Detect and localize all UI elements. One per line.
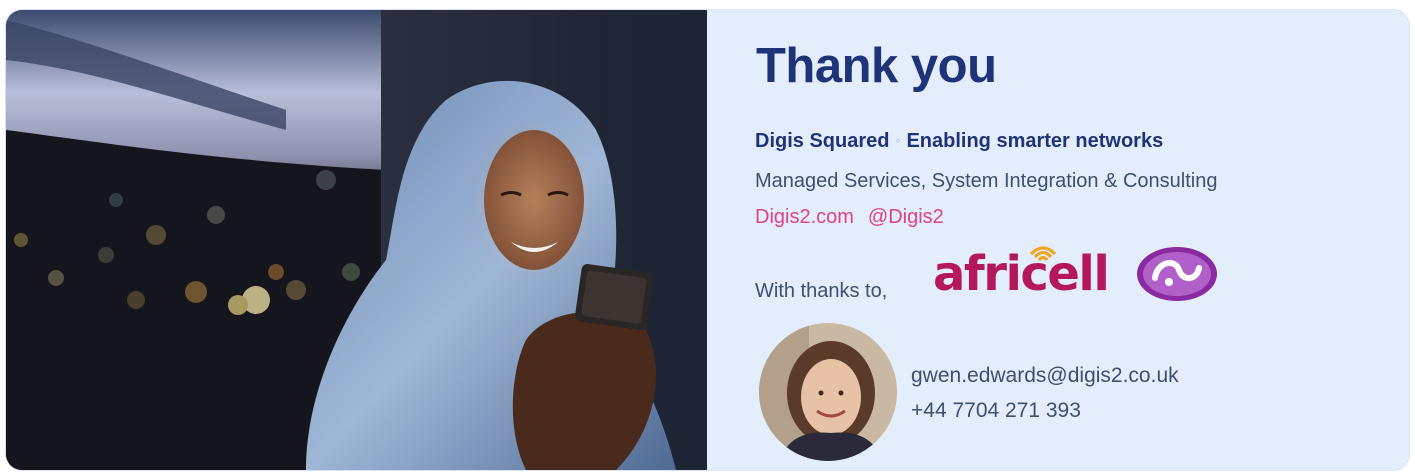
page-title: Thank you (756, 39, 997, 93)
company-slogan: Enabling smarter networks (906, 130, 1164, 152)
africell-wordmark: africell (933, 246, 1110, 302)
contact-email[interactable]: gwen.edwards@digis2.co.uk (911, 364, 1179, 388)
contact-phone[interactable]: +44 7704 271 393 (911, 399, 1081, 423)
twitter-handle-link[interactable]: @Digis2 (868, 206, 944, 228)
company-tagline: Digis Squared ◦ Enabling smarter networks (755, 130, 1163, 153)
wifi-icon (1029, 246, 1057, 262)
separator-dot: ◦ (895, 132, 901, 148)
info-panel: Thank you Digis Squared ◦ Enabling smarter… (707, 10, 1409, 470)
website-link[interactable]: Digis2.com (755, 206, 854, 228)
avatar (759, 323, 897, 461)
services-line: Managed Services, System Integration & C… (755, 170, 1218, 192)
woman-with-phone-photo (6, 10, 707, 470)
company-name: Digis Squared (755, 130, 890, 152)
person-portrait (759, 323, 897, 461)
company-links: Digis2.com @Digis2 (755, 206, 944, 229)
africell-logo: africell (933, 240, 1110, 304)
thanks-label: With thanks to, (755, 280, 888, 302)
purple-oval-logo (1137, 247, 1217, 301)
thank-you-card: Thank you Digis Squared ◦ Enabling smarter… (6, 10, 1409, 470)
